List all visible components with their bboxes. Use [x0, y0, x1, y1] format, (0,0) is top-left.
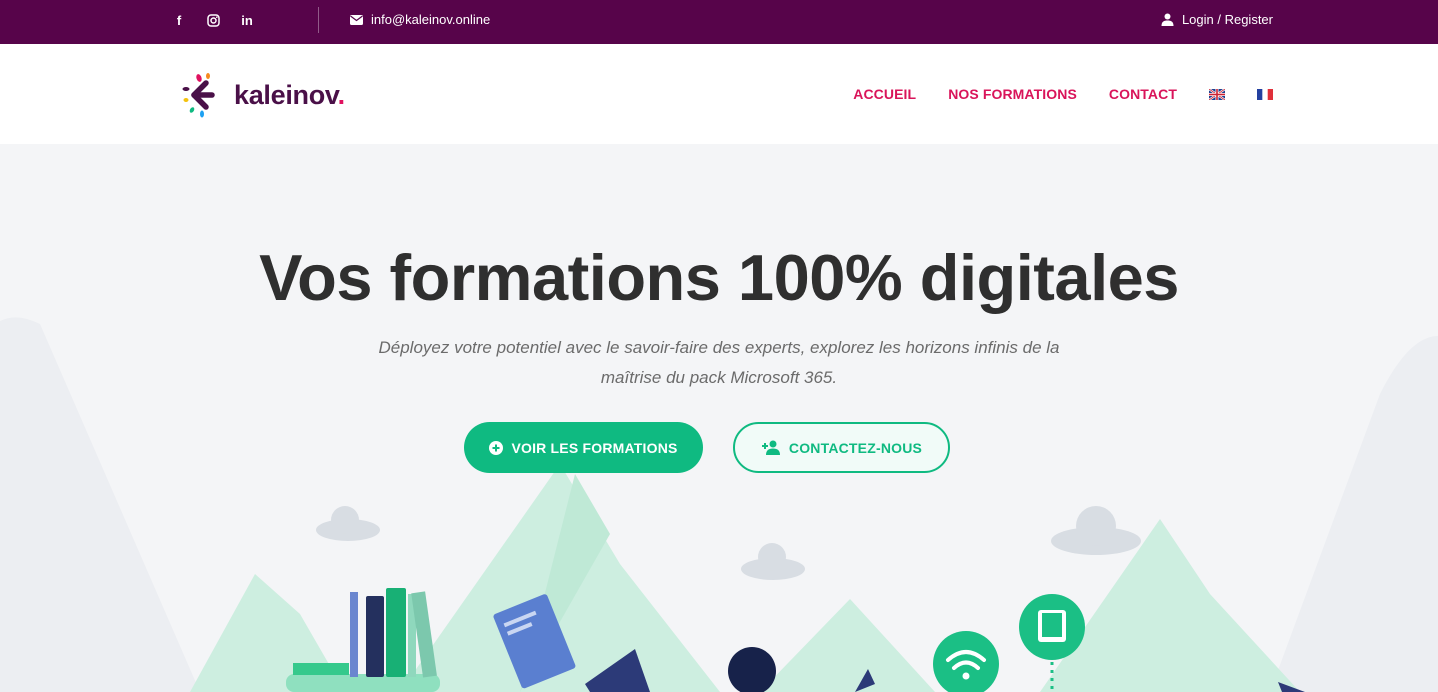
email-link[interactable]: info@kaleinov.online [350, 12, 490, 27]
login-text: Login / Register [1181, 12, 1273, 27]
voir-les-formations-label: VOIR LES FORMATIONS [511, 439, 678, 456]
kaleinov-logo[interactable]: kaleinov. [180, 70, 345, 120]
top-bar: f in info@kaleinov.online Login / Regist… [0, 0, 1438, 44]
topbar-divider [318, 7, 319, 33]
facebook-icon[interactable]: f [171, 12, 187, 28]
nav-item-nos-formations[interactable]: NOS FORMATIONS [948, 86, 1077, 102]
plus-circle-icon [489, 440, 504, 455]
nav-item-accueil[interactable]: ACCUEIL [853, 86, 916, 102]
envelope-icon [350, 14, 363, 25]
linkedin-icon[interactable]: in [239, 12, 255, 28]
login-register-link[interactable]: Login / Register [1161, 12, 1273, 27]
site-header: kaleinov. ACCUEIL NOS FORMATIONS CONTACT [0, 44, 1438, 144]
instagram-icon[interactable] [205, 12, 221, 28]
hero-section: Vos formations 100% digitales Déployez v… [0, 144, 1438, 692]
fr-flag-icon[interactable] [1257, 88, 1273, 100]
hero-illustration [0, 317, 1438, 692]
hero-title: Vos formations 100% digitales [259, 241, 1179, 314]
nav-item-contact[interactable]: CONTACT [1109, 86, 1177, 102]
add-user-icon [761, 440, 780, 455]
cloud-shape [316, 506, 1141, 580]
voir-les-formations-button[interactable]: VOIR LES FORMATIONS [464, 422, 703, 473]
email-text: info@kaleinov.online [371, 12, 491, 27]
contactez-nous-label: CONTACTEZ-NOUS [788, 439, 923, 456]
contactez-nous-button[interactable]: CONTACTEZ-NOUS [733, 422, 950, 473]
hero-subtitle: Déployez votre potentiel avec le savoir-… [378, 338, 1060, 387]
main-nav: ACCUEIL NOS FORMATIONS CONTACT [853, 86, 1273, 102]
social-links: f in [171, 12, 255, 28]
user-icon [1161, 13, 1174, 26]
logo-text: kaleinov. [234, 79, 345, 110]
logo-mark-icon [182, 73, 215, 118]
en-flag-icon[interactable] [1209, 88, 1225, 100]
